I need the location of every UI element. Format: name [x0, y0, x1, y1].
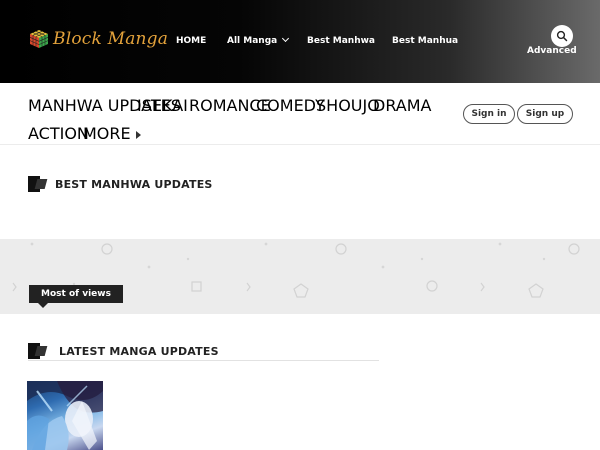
latest-manga-heading: LATEST MANGA UPDATES [28, 343, 219, 359]
genre-action[interactable]: ACTION [28, 124, 89, 143]
divider [28, 360, 379, 361]
nav-home[interactable]: HOME [176, 36, 206, 46]
nav-all-manga[interactable]: All Manga [227, 34, 290, 46]
genre-more-label: MORE [83, 124, 131, 143]
search-icon [556, 30, 568, 42]
nav-best-manhwa[interactable]: Best Manhwa [307, 36, 375, 46]
sign-up-button[interactable]: Sign up [517, 104, 573, 124]
advanced-search-link[interactable]: Advanced [527, 46, 577, 56]
site-header: Block Manga HOME All Manga Best Manhwa B… [0, 0, 600, 83]
genre-more[interactable]: MORE [83, 124, 141, 143]
nav-all-manga-label: All Manga [227, 36, 278, 46]
latest-manga-title: LATEST MANGA UPDATES [59, 344, 219, 358]
rubiks-cube-icon [29, 29, 49, 49]
genre-comedy[interactable]: COMEDY [256, 96, 325, 115]
best-manhwa-heading: BEST MANHWA UPDATES [28, 176, 213, 192]
genre-shoujo[interactable]: SHOUJO [316, 96, 380, 115]
section-marker-icon [28, 176, 48, 192]
section-marker-icon [28, 343, 48, 359]
most-views-tab[interactable]: Most of views [29, 285, 123, 303]
site-logo[interactable]: Block Manga [29, 29, 168, 49]
tab-pointer [38, 303, 48, 308]
chevron-down-icon [282, 34, 290, 43]
sign-in-button[interactable]: Sign in [463, 104, 515, 124]
logo-text: Block Manga [53, 29, 169, 49]
nav-best-manhua[interactable]: Best Manhua [392, 36, 458, 46]
cover-artwork [27, 381, 103, 450]
manga-cover-thumbnail[interactable] [27, 381, 103, 450]
caret-right-icon [135, 131, 141, 139]
genre-isekai[interactable]: ISEKAI [137, 96, 188, 115]
search-button[interactable] [551, 25, 573, 47]
best-manhwa-title: BEST MANHWA UPDATES [55, 177, 213, 191]
genre-drama[interactable]: DRAMA [373, 96, 431, 115]
